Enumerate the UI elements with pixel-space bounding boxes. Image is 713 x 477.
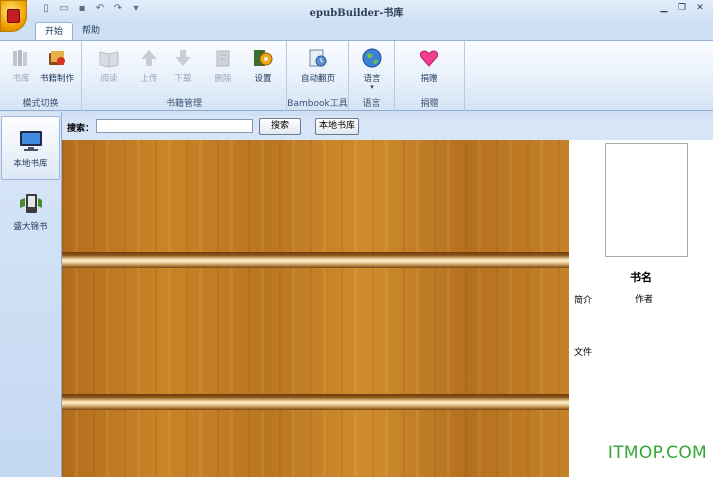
watermark: ITMOP.COM — [607, 443, 707, 463]
ribbon: 书库 书籍制作 模式切换 阅读 上传 下载 删除 设置 书籍管理 自动翻页 Ba… — [0, 40, 713, 111]
app-logo-icon — [7, 9, 20, 23]
group-label: Bambook工具 — [287, 99, 348, 109]
group-label: 捐赠 — [420, 99, 439, 109]
shelf-ledge — [62, 252, 569, 268]
restore-icon[interactable]: ❐ — [675, 2, 689, 15]
upload-icon — [141, 50, 157, 66]
window-controls: ▁ ❐ ✕ — [657, 2, 707, 15]
group-label: 书籍管理 — [165, 99, 202, 109]
book-name: 书名 — [630, 271, 652, 284]
group-label: 模式切换 — [22, 99, 59, 109]
language-button[interactable]: 语言 ▾ — [351, 47, 393, 91]
title-bar: ▯ ▭ ▪ ↶ ↷ ▾ epubBuilder-书库 ▁ ❐ ✕ — [0, 0, 713, 32]
ebook-reader-icon — [19, 194, 42, 213]
donate-button[interactable]: 捐赠 — [408, 47, 450, 84]
tab-start[interactable]: 开始 — [35, 22, 74, 40]
tab-help[interactable]: 帮助 — [73, 22, 109, 40]
search-bar: 搜索： 搜索 本地书库 — [62, 116, 713, 140]
application-menu-button[interactable] — [0, 0, 27, 32]
group-label: 语言 — [362, 99, 381, 109]
group-bambook-tools: 自动翻页 Bambook工具 — [287, 41, 349, 111]
chevron-down-icon: ▾ — [370, 83, 374, 91]
book-detail-panel: 书名 简介 作者 文件 ITMOP.COM — [569, 140, 713, 477]
group-book-management: 阅读 上传 下载 删除 设置 书籍管理 — [82, 41, 287, 111]
settings-button[interactable]: 设置 — [242, 47, 284, 84]
library-icon — [13, 50, 27, 66]
group-donate: 捐赠 捐赠 — [395, 41, 465, 111]
book-cover — [605, 143, 688, 257]
globe-icon — [362, 48, 382, 68]
delete-icon — [216, 50, 230, 67]
sidebar-item-local-library[interactable]: 本地书库 — [1, 116, 60, 180]
file-label: 文件 — [574, 348, 593, 358]
search-input[interactable] — [96, 119, 253, 133]
group-mode-switch: 书库 书籍制作 模式切换 — [0, 41, 82, 111]
bookshelf — [62, 140, 569, 477]
group-language: 语言 ▾ 语言 — [349, 41, 395, 111]
monitor-icon — [19, 131, 42, 151]
intro-label: 简介 — [574, 296, 593, 306]
read-icon — [99, 51, 119, 68]
search-label: 搜索： — [67, 124, 95, 134]
read-button[interactable]: 阅读 — [88, 47, 130, 84]
auto-page-button[interactable]: 自动翻页 — [295, 47, 341, 84]
delete-button[interactable]: 删除 — [202, 47, 244, 84]
heart-icon — [419, 50, 439, 67]
shelf-ledge — [62, 394, 569, 410]
window-title: epubBuilder-书库 — [309, 8, 404, 19]
local-library-button[interactable]: 本地书库 — [315, 118, 359, 135]
download-button[interactable]: 下载 — [162, 47, 204, 84]
sidebar-item-shanda-ebook[interactable]: 盛大锦书 — [1, 180, 60, 244]
sidebar: 本地书库 盛大锦书 — [0, 112, 62, 477]
settings-icon — [254, 50, 273, 66]
download-icon — [175, 50, 191, 66]
ribbon-tabs: 开始 帮助 — [35, 22, 109, 40]
author-label: 作者 — [635, 295, 654, 305]
book-make-icon — [49, 51, 65, 65]
minimize-icon[interactable]: ▁ — [657, 2, 671, 15]
search-button[interactable]: 搜索 — [259, 118, 301, 135]
close-icon[interactable]: ✕ — [693, 2, 707, 15]
auto-page-icon — [309, 49, 327, 67]
book-make-button[interactable]: 书籍制作 — [34, 47, 80, 84]
